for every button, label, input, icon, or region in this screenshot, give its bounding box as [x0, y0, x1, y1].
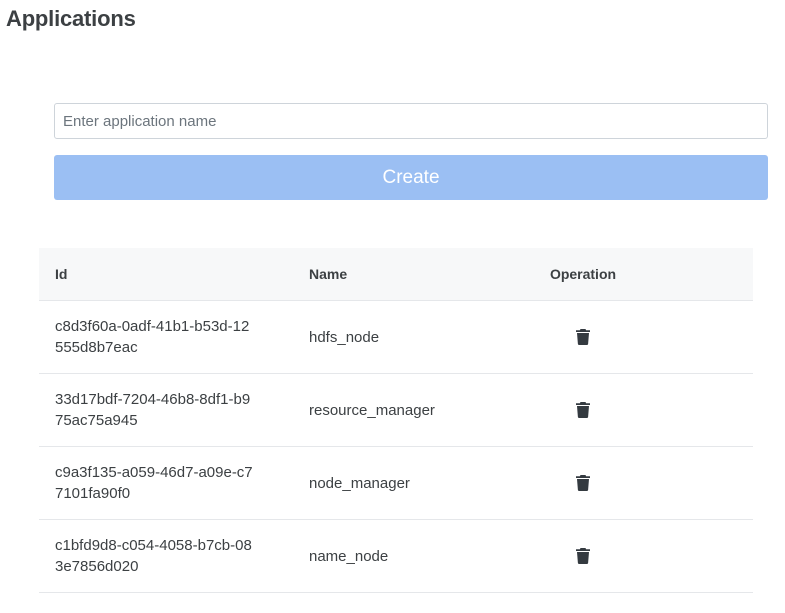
table-row: 33d17bdf-7204-46b8-8df1-b975ac75a945 res…: [39, 373, 753, 447]
row-id: c8d3f60a-0adf-41b1-b53d-12555d8b7eac: [55, 318, 250, 356]
delete-button[interactable]: [547, 544, 619, 568]
table-row: c9a3f135-a059-46d7-a09e-c77101fa90f0 nod…: [39, 446, 753, 520]
column-header-operation: Operation: [547, 248, 753, 301]
row-name: node_manager: [309, 446, 547, 520]
row-id-cell: c1bfd9d8-c054-4058-b7cb-083e7856d020: [39, 519, 309, 593]
page-title: Applications: [6, 6, 136, 31]
row-id-cell: c9a3f135-a059-46d7-a09e-c77101fa90f0: [39, 446, 309, 520]
table-header-row: Id Name Operation: [39, 248, 753, 301]
row-id: 33d17bdf-7204-46b8-8df1-b975ac75a945: [55, 391, 251, 429]
application-name-input[interactable]: [54, 103, 768, 139]
delete-button[interactable]: [547, 325, 619, 349]
row-operation-cell: [547, 300, 753, 374]
row-name: name_node: [309, 519, 547, 593]
table-row: c1bfd9d8-c054-4058-b7cb-083e7856d020 nam…: [39, 519, 753, 593]
row-operation-cell: [547, 519, 753, 593]
row-operation-cell: [547, 446, 753, 520]
row-id: c1bfd9d8-c054-4058-b7cb-083e7856d020: [55, 537, 252, 575]
column-header-operation-label: Operation: [549, 266, 617, 282]
delete-button[interactable]: [547, 398, 619, 422]
trash-icon: [576, 402, 590, 418]
row-name: hdfs_node: [309, 300, 547, 374]
row-id: c9a3f135-a059-46d7-a09e-c77101fa90f0: [55, 464, 253, 502]
applications-table: Id Name Operation c8d3f60a-0adf-41b1-b53…: [39, 248, 753, 593]
delete-button[interactable]: [547, 471, 619, 495]
column-header-name: Name: [309, 248, 547, 301]
trash-icon: [576, 475, 590, 491]
table-row: c8d3f60a-0adf-41b1-b53d-12555d8b7eac hdf…: [39, 300, 753, 374]
row-name: resource_manager: [309, 373, 547, 447]
row-id-cell: 33d17bdf-7204-46b8-8df1-b975ac75a945: [39, 373, 309, 447]
trash-icon: [576, 548, 590, 564]
column-header-id: Id: [39, 248, 309, 301]
trash-icon: [576, 329, 590, 345]
create-button[interactable]: Create: [54, 155, 768, 200]
row-id-cell: c8d3f60a-0adf-41b1-b53d-12555d8b7eac: [39, 300, 309, 374]
row-operation-cell: [547, 373, 753, 447]
